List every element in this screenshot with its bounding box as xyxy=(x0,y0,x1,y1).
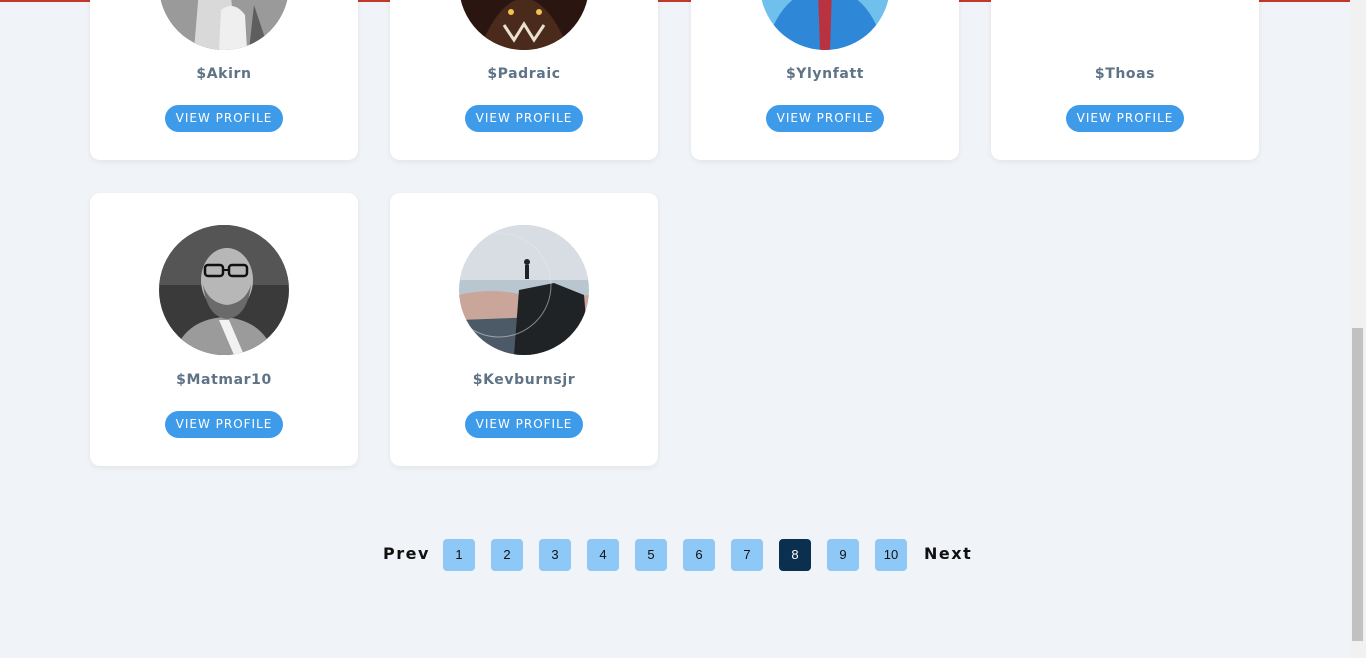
profile-username: $Ylynfatt xyxy=(785,66,865,82)
profile-avatar[interactable] xyxy=(159,225,289,355)
profile-username: $Kevburnsjr xyxy=(472,372,576,388)
page-button-7[interactable]: 7 xyxy=(731,539,763,571)
page-button-4[interactable]: 4 xyxy=(587,539,619,571)
profile-avatar[interactable] xyxy=(459,0,589,50)
view-profile-button[interactable]: VIEW PROFILE xyxy=(165,411,283,438)
page-button-9[interactable]: 9 xyxy=(827,539,859,571)
profile-avatar[interactable] xyxy=(159,0,289,50)
page-button-3[interactable]: 3 xyxy=(539,539,571,571)
profile-username: $Thoas xyxy=(1094,66,1156,82)
page-button-1[interactable]: 1 xyxy=(443,539,475,571)
page-button-2[interactable]: 2 xyxy=(491,539,523,571)
profile-avatar[interactable] xyxy=(1060,0,1190,50)
profile-username: $Matmar10 xyxy=(176,372,272,388)
profile-avatar[interactable] xyxy=(760,0,890,50)
profile-card: $Kevburnsjr VIEW PROFILE xyxy=(390,193,658,466)
prev-page-link[interactable]: Prev xyxy=(383,544,430,563)
page-button-6[interactable]: 6 xyxy=(683,539,715,571)
profile-card: $Matmar10 VIEW PROFILE xyxy=(90,193,358,466)
profile-avatar[interactable] xyxy=(459,225,589,355)
view-profile-button[interactable]: VIEW PROFILE xyxy=(165,105,283,132)
profile-username: $Padraic xyxy=(487,66,561,82)
profile-card: $Padraic VIEW PROFILE xyxy=(390,0,658,160)
page-button-8-current[interactable]: 8 xyxy=(779,539,811,571)
profile-card: $Ylynfatt VIEW PROFILE xyxy=(691,0,959,160)
page-button-10[interactable]: 10 xyxy=(875,539,907,571)
profile-card: $Thoas VIEW PROFILE xyxy=(991,0,1259,160)
view-profile-button[interactable]: VIEW PROFILE xyxy=(465,411,583,438)
view-profile-button[interactable]: VIEW PROFILE xyxy=(465,105,583,132)
next-page-link[interactable]: Next xyxy=(924,544,972,563)
scrollbar-thumb[interactable] xyxy=(1352,328,1363,641)
pagination: Prev 1 2 3 4 5 6 7 8 9 10 Next xyxy=(0,538,1350,572)
profile-username: $Akirn xyxy=(196,66,252,82)
profiles-page: $Akirn VIEW PROFILE $Padraic VIEW PROFIL… xyxy=(0,0,1350,658)
profile-card: $Akirn VIEW PROFILE xyxy=(90,0,358,160)
view-profile-button[interactable]: VIEW PROFILE xyxy=(766,105,884,132)
view-profile-button[interactable]: VIEW PROFILE xyxy=(1066,105,1184,132)
page-button-5[interactable]: 5 xyxy=(635,539,667,571)
